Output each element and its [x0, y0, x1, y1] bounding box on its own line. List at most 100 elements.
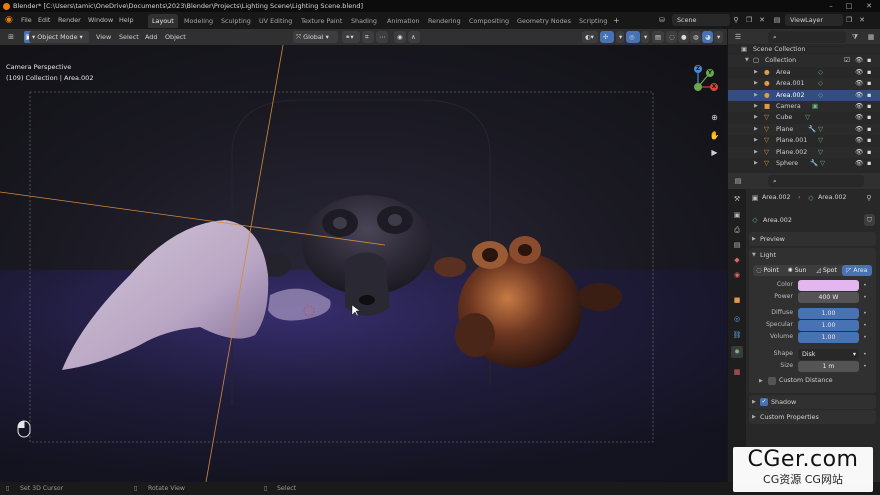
- checkbox-icon[interactable]: ☑: [844, 55, 850, 66]
- object-tab-icon[interactable]: ■: [731, 294, 743, 306]
- shading-rendered-icon[interactable]: ◕: [702, 31, 713, 43]
- collapse-arrow-icon[interactable]: ▶: [752, 395, 756, 409]
- orientation-dropdown[interactable]: ⤧ Global ▾: [293, 31, 338, 43]
- custom-distance-checkbox[interactable]: [768, 377, 776, 385]
- add-workspace-button[interactable]: +: [613, 12, 620, 29]
- outliner-row[interactable]: ▶ ▽ Plane.001 ▽ 👁 ▪: [728, 135, 880, 146]
- fake-user-shield-icon[interactable]: ⛉: [864, 214, 875, 226]
- overlay-dropdown-icon[interactable]: ▾: [641, 31, 649, 43]
- overlay-toggle-icon[interactable]: ◎: [626, 31, 640, 43]
- keyframe-dot-icon[interactable]: •: [863, 333, 867, 341]
- volume-slider[interactable]: 1.00: [798, 332, 859, 343]
- gizmo-y-axis[interactable]: Y: [706, 69, 714, 77]
- tab-scripting[interactable]: Scripting: [575, 14, 611, 28]
- menu-add[interactable]: Add: [145, 29, 157, 45]
- tab-layout[interactable]: Layout: [148, 14, 178, 28]
- remove-scene-icon[interactable]: ✕: [757, 14, 767, 26]
- keyframe-dot-icon[interactable]: •: [863, 309, 867, 317]
- outliner-row[interactable]: ▶ ● Area ◇ 👁 ▪: [728, 67, 880, 78]
- properties-editor-icon[interactable]: ▤: [732, 175, 744, 187]
- expand-icon[interactable]: ▶: [754, 124, 758, 135]
- pivot-icon[interactable]: ⚭▾: [342, 31, 360, 43]
- render-tab-icon[interactable]: ▣: [731, 209, 743, 221]
- camera-view-icon[interactable]: ▶: [708, 146, 721, 159]
- collapse-arrow-icon[interactable]: ▶: [752, 410, 756, 424]
- expand-icon[interactable]: ▶: [754, 147, 758, 158]
- keyframe-dot-icon[interactable]: •: [863, 350, 867, 358]
- tab-geometry-nodes[interactable]: Geometry Nodes: [513, 14, 575, 28]
- eye-icon[interactable]: 👁: [855, 90, 863, 101]
- eye-icon[interactable]: 👁: [855, 112, 863, 123]
- eye-icon[interactable]: 👁: [855, 158, 863, 169]
- light-panel-header[interactable]: ▼ Light: [749, 248, 876, 262]
- tab-sculpting[interactable]: Sculpting: [217, 14, 255, 28]
- light-type-area[interactable]: ◸ Area: [842, 265, 872, 276]
- custom-properties-panel[interactable]: ▶ Custom Properties: [749, 410, 876, 424]
- power-field[interactable]: 400 W: [798, 292, 859, 303]
- outliner-row[interactable]: ▶ ▽ Plane 🔧 ▽ 👁 ▪: [728, 123, 880, 136]
- outliner-row[interactable]: ▶ ● Area.001 ◇ 👁 ▪: [728, 78, 880, 90]
- pin-icon[interactable]: ⚲: [864, 192, 874, 204]
- camera-icon[interactable]: ▪: [867, 158, 871, 169]
- filter-icon[interactable]: ⧩: [849, 31, 861, 43]
- keyframe-dot-icon[interactable]: •: [863, 281, 867, 289]
- viewlayer-icon[interactable]: ▤: [771, 14, 783, 26]
- editor-type-icon[interactable]: ⊞: [5, 31, 17, 43]
- copy-scene-icon[interactable]: ❐: [744, 14, 754, 26]
- outliner-editor-icon[interactable]: ☰: [732, 31, 744, 43]
- menu-window[interactable]: Window: [88, 12, 113, 29]
- expand-icon[interactable]: ▶: [754, 135, 758, 146]
- close-icon[interactable]: ✕: [862, 0, 876, 12]
- expand-icon[interactable]: ▶: [754, 78, 758, 89]
- expand-icon[interactable]: ▼: [745, 55, 749, 66]
- expand-icon[interactable]: ▶: [754, 67, 758, 78]
- expand-arrow-icon[interactable]: ▼: [752, 248, 756, 262]
- remove-viewlayer-icon[interactable]: ✕: [857, 14, 867, 26]
- keyframe-dot-icon[interactable]: •: [863, 293, 867, 301]
- menu-object[interactable]: Object: [165, 29, 186, 45]
- eye-icon[interactable]: 👁: [855, 147, 863, 158]
- snap-settings-icon[interactable]: ⋯: [376, 31, 388, 43]
- outliner-row[interactable]: ▶ ▽ Sphere 🔧 ▽ 👁 ▪: [728, 158, 880, 169]
- visibility-icon[interactable]: ◐▾: [582, 31, 598, 43]
- menu-edit[interactable]: Edit: [38, 12, 50, 29]
- keyframe-dot-icon[interactable]: •: [863, 362, 867, 370]
- viewlayer-field[interactable]: ViewLayer: [785, 14, 843, 26]
- camera-icon[interactable]: ▪: [867, 55, 871, 66]
- shading-wireframe-icon[interactable]: ◌: [666, 31, 677, 43]
- falloff-icon[interactable]: ∧: [408, 31, 420, 43]
- eye-icon[interactable]: 👁: [855, 135, 863, 146]
- custom-distance-arrow-icon[interactable]: ▶: [759, 378, 763, 384]
- shape-dropdown[interactable]: Disk ▾: [798, 349, 859, 360]
- eye-icon[interactable]: 👁: [855, 78, 863, 89]
- camera-icon[interactable]: ▪: [867, 124, 871, 135]
- outliner-search-input[interactable]: ⌕: [768, 31, 846, 43]
- xray-icon[interactable]: ▤: [652, 31, 664, 43]
- camera-icon[interactable]: ▪: [867, 101, 871, 112]
- shading-material-icon[interactable]: ◍: [690, 31, 701, 43]
- shadow-panel[interactable]: ▶ ✓ Shadow: [749, 395, 876, 409]
- mode-dropdown[interactable]: ▾ Object Mode ▾: [29, 31, 89, 43]
- minimize-icon[interactable]: –: [824, 0, 838, 12]
- scene-icon[interactable]: ⛁: [656, 14, 668, 26]
- shading-solid-icon[interactable]: ●: [678, 31, 689, 43]
- gizmo-neg-y[interactable]: [694, 83, 702, 91]
- expand-icon[interactable]: ▶: [754, 112, 758, 123]
- shading-dropdown-icon[interactable]: ▾: [714, 31, 723, 43]
- camera-icon[interactable]: ▪: [867, 147, 871, 158]
- light-type-spot[interactable]: ◿ Spot: [812, 265, 841, 276]
- constraints-tab-icon[interactable]: ⛓: [731, 329, 743, 341]
- menu-file[interactable]: File: [21, 12, 32, 29]
- outliner-row[interactable]: ▶ ▽ Cube ▽ 👁 ▪: [728, 112, 880, 123]
- light-type-point[interactable]: ◌ Point: [753, 265, 782, 276]
- camera-icon[interactable]: ▪: [867, 90, 871, 101]
- menu-render[interactable]: Render: [58, 12, 81, 29]
- eye-icon[interactable]: 👁: [855, 101, 863, 112]
- shadow-checkbox[interactable]: ✓: [760, 398, 768, 406]
- properties-search-input[interactable]: ⌕: [768, 175, 864, 187]
- light-color-swatch[interactable]: [798, 280, 859, 291]
- camera-icon[interactable]: ▪: [867, 67, 871, 78]
- gizmo-toggle-icon[interactable]: ✣: [600, 31, 614, 43]
- view-layer-tab-icon[interactable]: ▤: [731, 239, 743, 251]
- size-field[interactable]: 1 m: [798, 361, 859, 372]
